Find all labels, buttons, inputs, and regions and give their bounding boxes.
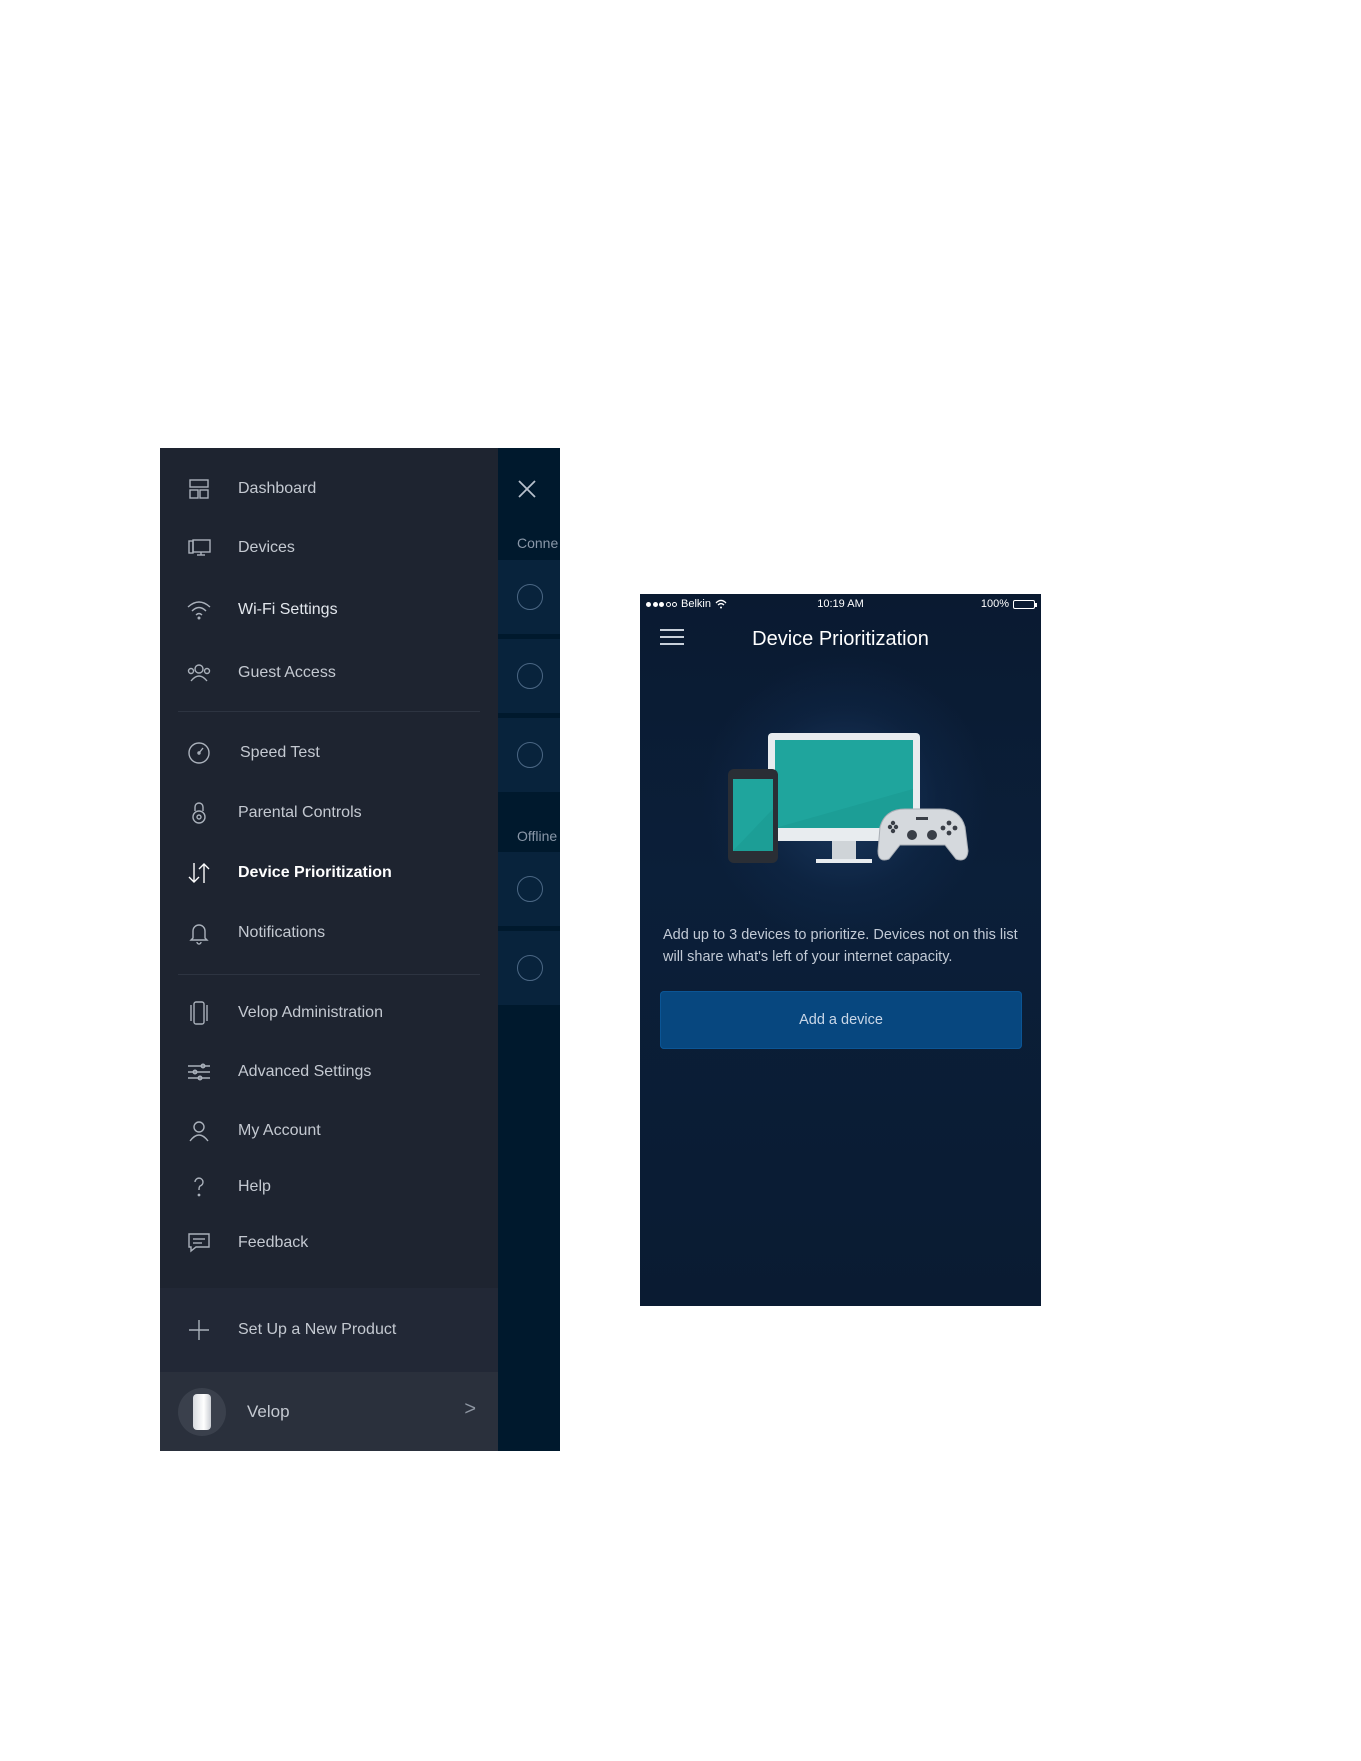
nav-drawer-screenshot: Conne Offline Dashboard Devices Wi-Fi Se… [160, 448, 560, 1451]
device-row[interactable] [498, 718, 560, 792]
device-avatar [517, 584, 543, 610]
guest-access-icon [186, 660, 212, 686]
nav-item-my-account[interactable]: My Account [160, 1109, 498, 1153]
nav-label: My Account [238, 1122, 321, 1139]
nav-label: Device Prioritization [238, 864, 392, 881]
nav-item-feedback[interactable]: Feedback [160, 1221, 498, 1265]
device-row[interactable] [498, 931, 560, 1005]
nav-label: Devices [238, 539, 295, 556]
status-bar: Belkin 10:19 AM 100% [640, 594, 1041, 616]
nav-label: Notifications [238, 924, 326, 941]
chat-icon [186, 1230, 212, 1256]
divider [178, 711, 480, 712]
arrows-up-down-icon [186, 860, 212, 886]
plus-icon [186, 1317, 212, 1343]
wifi-icon [186, 597, 212, 623]
nav-item-notifications[interactable]: Notifications [160, 911, 498, 955]
device-avatar [517, 742, 543, 768]
node-icon [186, 1000, 212, 1026]
dashboard-icon [186, 476, 212, 502]
battery-icon [1013, 599, 1037, 609]
setup-new-product-section: Set Up a New Product [160, 1288, 498, 1372]
user-icon [186, 1118, 212, 1144]
chevron-right-icon: > [464, 1398, 476, 1420]
nav-label: Velop Administration [238, 1004, 383, 1021]
nav-item-device-prioritization[interactable]: Device Prioritization [160, 851, 498, 895]
nav-label: Advanced Settings [238, 1063, 372, 1080]
device-avatar [517, 955, 543, 981]
nav-label: Parental Controls [238, 804, 362, 821]
background-screen: Conne Offline [498, 448, 560, 1451]
device-row[interactable] [498, 852, 560, 926]
network-selector[interactable]: Velop > [160, 1372, 498, 1451]
velop-node-avatar [178, 1388, 226, 1436]
setup-label: Set Up a New Product [238, 1321, 397, 1338]
battery-percent: 100% [980, 598, 1009, 610]
nav-label: Speed Test [240, 744, 320, 761]
device-avatar [517, 663, 543, 689]
connected-section-label: Conne [517, 535, 559, 551]
nav-item-wifi-settings[interactable]: Wi-Fi Settings [160, 588, 498, 632]
setup-new-product-button[interactable]: Set Up a New Product [160, 1308, 498, 1352]
nav-item-devices[interactable]: Devices [160, 526, 498, 570]
sliders-icon [186, 1059, 212, 1085]
nav-item-guest-access[interactable]: Guest Access [160, 651, 498, 695]
nav-label: Dashboard [238, 480, 317, 497]
nav-label: Guest Access [238, 664, 336, 681]
bell-icon [186, 920, 212, 946]
device-prioritization-screen: Belkin 10:19 AM 100% Device Prioritizati… [640, 594, 1041, 1306]
nav-item-advanced-settings[interactable]: Advanced Settings [160, 1050, 498, 1094]
nav-item-help[interactable]: Help [160, 1165, 498, 1209]
device-row[interactable] [498, 639, 560, 713]
nav-item-speed-test[interactable]: Speed Test [160, 731, 498, 775]
nav-label: Help [238, 1178, 271, 1195]
device-row[interactable] [498, 560, 560, 634]
divider [178, 974, 480, 975]
close-icon[interactable] [516, 478, 538, 500]
nav-item-velop-administration[interactable]: Velop Administration [160, 991, 498, 1035]
nav-drawer: Dashboard Devices Wi-Fi Settings Guest A… [160, 448, 498, 1451]
nav-label: Feedback [238, 1234, 309, 1251]
lock-icon [186, 800, 212, 826]
device-avatar [517, 876, 543, 902]
nav-item-dashboard[interactable]: Dashboard [160, 467, 498, 511]
network-name: Velop [247, 1402, 290, 1421]
page-title: Device Prioritization [752, 628, 929, 650]
description-text: Add up to 3 devices to prioritize. Devic… [663, 927, 1018, 965]
speedometer-icon [186, 740, 212, 766]
question-icon [186, 1174, 212, 1200]
add-device-button[interactable]: Add a device [660, 991, 1022, 1049]
nav-label: Wi-Fi Settings [238, 601, 338, 618]
nav-item-parental-controls[interactable]: Parental Controls [160, 791, 498, 835]
devices-illustration [728, 733, 969, 863]
devices-icon [186, 535, 212, 561]
offline-section-label: Offline [517, 828, 558, 844]
